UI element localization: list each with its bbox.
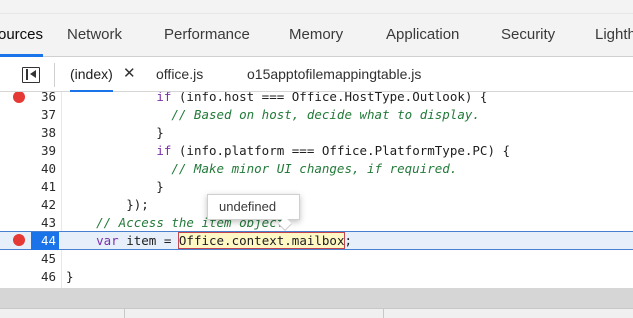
code-text: if (info.platform === Office.PlatformTyp… <box>156 143 511 158</box>
tab-application[interactable]: Application <box>386 14 459 56</box>
code-line-36: 36 if (info.host === Office.HostType.Out… <box>0 92 633 106</box>
toolbar-divider <box>383 309 384 318</box>
tab-security[interactable]: Security <box>501 14 555 56</box>
code-text: var item = Office.context.mailbox; <box>96 232 353 249</box>
bottom-toolbar <box>0 308 633 318</box>
file-tab-bar: (index) ✕ office.js o15apptofilemappingt… <box>0 57 633 92</box>
code-text: } <box>66 125 164 140</box>
toggle-navigator-arrow <box>30 70 36 78</box>
file-tab-mapping-table[interactable]: o15apptofilemappingtable.js <box>247 57 421 92</box>
line-number[interactable]: 43 <box>0 214 56 232</box>
tab-network[interactable]: Network <box>67 14 122 56</box>
devtools-panel-tabs: ources Network Performance Memory Applic… <box>0 14 633 57</box>
line-number[interactable]: 45 <box>0 250 56 268</box>
code-line-45: 45 <box>0 250 633 268</box>
value-tooltip: undefined <box>207 194 300 232</box>
line-number[interactable]: 38 <box>0 124 56 142</box>
line-number[interactable]: 42 <box>0 196 56 214</box>
code-line-44-paused: 44 var item = Office.context.mailbox; <box>0 231 633 250</box>
toolbar-divider <box>124 309 125 318</box>
close-tab-icon[interactable]: ✕ <box>123 57 136 91</box>
code-text: }); <box>66 197 149 212</box>
panel-resize-area[interactable] <box>0 288 633 308</box>
toggle-navigator-bar <box>26 69 28 80</box>
tab-sources[interactable]: ources <box>0 14 44 57</box>
code-line-38: 38 } <box>0 124 633 142</box>
code-text: // Make minor UI changes, if required. <box>171 161 458 176</box>
line-number[interactable]: 36 <box>0 92 56 106</box>
code-line-40: 40 // Make minor UI changes, if required… <box>0 160 633 178</box>
file-tab-index[interactable]: (index) <box>70 57 113 92</box>
line-number-breakpoint[interactable]: 44 <box>31 232 59 250</box>
code-text: // Based on host, decide what to display… <box>171 107 480 122</box>
code-editor[interactable]: 36 if (info.host === Office.HostType.Out… <box>0 92 633 288</box>
code-line-46: 46 } <box>0 268 633 286</box>
toggle-navigator-icon[interactable] <box>22 67 40 83</box>
code-line-42: 42 }); <box>0 196 633 214</box>
line-number[interactable]: 39 <box>0 142 56 160</box>
file-tab-office-js[interactable]: office.js <box>156 57 203 92</box>
code-line-37: 37 // Based on host, decide what to disp… <box>0 106 633 124</box>
tooltip-value: undefined <box>219 199 277 214</box>
line-number[interactable]: 41 <box>0 178 56 196</box>
window-top-strip <box>0 0 633 14</box>
line-number[interactable]: 40 <box>0 160 56 178</box>
code-line-39: 39 if (info.platform === Office.Platform… <box>0 142 633 160</box>
line-number[interactable]: 37 <box>0 106 56 124</box>
code-line-41: 41 } <box>0 178 633 196</box>
hovered-expression[interactable]: Office.context.mailbox <box>177 232 346 249</box>
code-text: } <box>66 269 74 284</box>
line-number[interactable]: 46 <box>0 268 56 286</box>
tab-memory[interactable]: Memory <box>289 14 343 56</box>
tab-lighthouse[interactable]: Lighth <box>595 14 633 56</box>
breakpoint-icon[interactable] <box>13 234 25 246</box>
toolbar-divider <box>54 63 55 87</box>
code-text: } <box>66 179 164 194</box>
tab-performance[interactable]: Performance <box>164 14 250 56</box>
code-line-43: 43 // Access the item object. <box>0 214 633 232</box>
code-text: if (info.host === Office.HostType.Outloo… <box>156 92 488 104</box>
